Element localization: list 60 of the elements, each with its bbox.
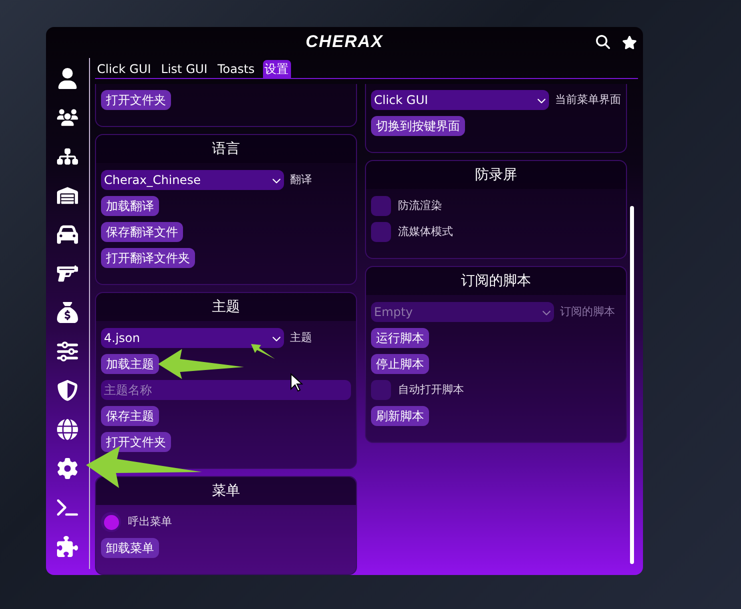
card-button[interactable]: 打开文件夹 (101, 432, 171, 452)
tab[interactable]: Toasts (215, 60, 257, 78)
globe-icon[interactable] (57, 419, 78, 440)
user-icon[interactable] (57, 68, 78, 89)
tab[interactable]: Click GUI (95, 60, 154, 78)
card-button[interactable]: 加载主题 (101, 354, 159, 374)
scrollbar[interactable] (630, 206, 634, 564)
card-title: 主题 (212, 298, 240, 316)
checkbox-label: 呼出菜单 (128, 514, 172, 530)
card-button[interactable]: 打开文件夹 (101, 90, 171, 110)
money-bag-icon[interactable] (57, 302, 78, 323)
car-icon[interactable] (57, 224, 78, 245)
checkbox[interactable] (371, 196, 391, 216)
tab[interactable]: List GUI (159, 60, 210, 78)
dropdown[interactable]: Cherax_Chinese (101, 170, 284, 190)
star-icon[interactable] (622, 34, 637, 50)
dropdown-label: 当前菜单界面 (555, 92, 621, 108)
card-button[interactable]: 切换到按键界面 (371, 116, 465, 136)
garage-icon[interactable] (57, 185, 78, 206)
dropdown-value: Cherax_Chinese (104, 172, 201, 189)
checkbox-label: 防流渲染 (398, 198, 442, 214)
input-field[interactable]: 主题名称 (101, 380, 351, 400)
card-button[interactable]: 刷新脚本 (371, 406, 429, 426)
dropdown-label: 翻译 (290, 172, 312, 188)
dropdown-label: 订阅的脚本 (560, 304, 615, 320)
shield-icon[interactable] (57, 380, 78, 401)
dropdown-label: 主题 (290, 330, 312, 346)
window-title: CHERAX (306, 31, 384, 54)
gun-icon[interactable] (57, 263, 78, 284)
sliders-icon[interactable] (57, 341, 78, 362)
card-button[interactable]: 打开翻译文件夹 (101, 248, 195, 268)
settings-icon[interactable] (57, 458, 78, 479)
card-button[interactable]: 保存主题 (101, 406, 159, 426)
dropdown[interactable]: 4.json (101, 328, 284, 348)
checkbox-label: 自动打开脚本 (398, 382, 464, 398)
tab[interactable]: 设置 (262, 60, 291, 78)
checkbox[interactable] (371, 380, 391, 400)
card-title: 菜单 (212, 482, 240, 500)
users-icon[interactable] (57, 107, 78, 128)
cursor-icon (290, 373, 303, 392)
dropdown-value: Empty (374, 304, 413, 321)
card-title: 语言 (212, 140, 240, 158)
card-button[interactable]: 加载翻译 (101, 196, 159, 216)
card-title: 订阅的脚本 (461, 272, 531, 290)
dropdown[interactable]: Click GUI (371, 90, 549, 110)
card-button[interactable]: 运行脚本 (371, 328, 429, 348)
terminal-icon[interactable] (57, 497, 78, 518)
card-title: 防录屏 (475, 166, 517, 184)
network-icon[interactable] (57, 146, 78, 167)
card-button[interactable]: 卸载菜单 (101, 538, 159, 558)
dropdown-value: 4.json (104, 330, 140, 347)
checkbox[interactable] (101, 512, 121, 532)
arrow-annotation (251, 344, 275, 360)
search-icon[interactable] (596, 35, 610, 49)
puzzle-icon[interactable] (57, 536, 78, 557)
checkbox-label: 流媒体模式 (398, 224, 453, 240)
dropdown-value: Click GUI (374, 92, 428, 109)
card-button[interactable]: 保存翻译文件 (101, 222, 183, 242)
checkbox[interactable] (371, 222, 391, 242)
card-button[interactable]: 停止脚本 (371, 354, 429, 374)
